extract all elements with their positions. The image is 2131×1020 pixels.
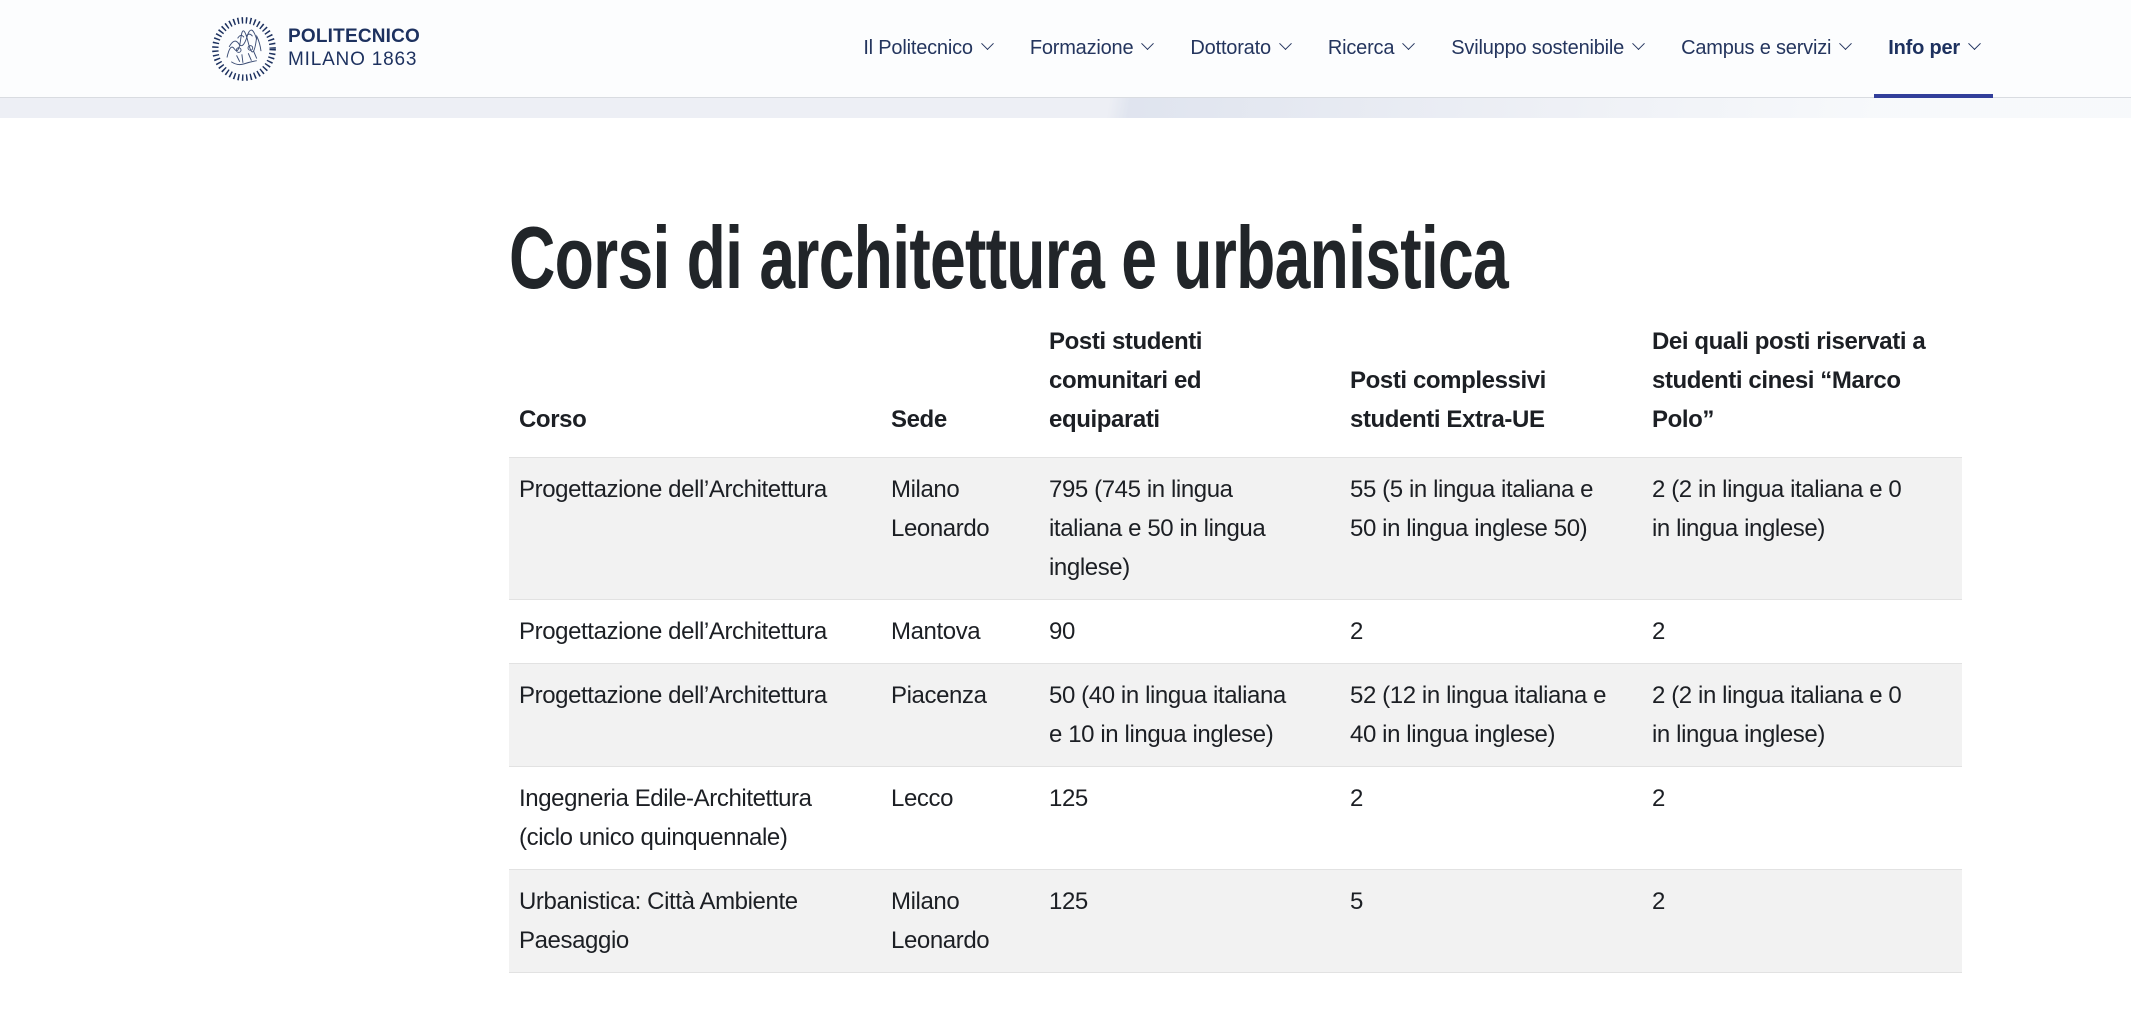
cell-sede: Mantova [881,600,1039,664]
logo-text-milano: MILANO 1863 [288,49,420,71]
table-row: Progettazione dell’Architettura Mantova … [509,600,1962,664]
chevron-down-icon [981,37,994,50]
cell-posti-extra-ue: 2 [1340,767,1642,870]
nav-item-formazione[interactable]: Formazione [1030,0,1153,97]
main-content: Corsi di architettura e urbanistica Cors… [0,206,2131,973]
nav-item-info-per[interactable]: Info per [1888,0,1979,97]
nav-item-il-politecnico[interactable]: Il Politecnico [863,0,991,97]
chevron-down-icon [1142,37,1155,50]
cell-corso: Urbanistica: Città Ambiente Paesaggio [509,870,881,973]
nav-item-sviluppo-sostenibile[interactable]: Sviluppo sostenibile [1451,0,1643,97]
cell-sede: Lecco [881,767,1039,870]
cell-posti-marco-polo: 2 [1642,767,1962,870]
cell-posti-marco-polo: 2 [1642,870,1962,973]
page-title: Corsi di architettura e urbanistica [509,206,2131,310]
cell-corso: Progettazione dell’Architettura [509,458,881,600]
column-header-posti-comunitari: Posti studenti comunitari ed equiparati [1039,314,1340,458]
nav-label: Info per [1888,37,1960,60]
chevron-down-icon [1839,37,1852,50]
nav-label: Campus e servizi [1681,37,1831,60]
cell-posti-extra-ue: 5 [1340,870,1642,973]
column-header-posti-marco-polo: Dei quali posti riservati a studenti cin… [1642,314,1962,458]
column-header-posti-extra-ue: Posti complessivi studenti Extra-UE [1340,314,1642,458]
nav-label: Dottorato [1190,37,1270,60]
cell-corso: Ingegneria Edile-Architettura (ciclo uni… [509,767,881,870]
chevron-down-icon [1402,37,1415,50]
cell-posti-marco-polo: 2 [1642,600,1962,664]
column-header-sede: Sede [881,314,1039,458]
nav-item-ricerca[interactable]: Ricerca [1328,0,1413,97]
header-decorative-band [0,98,2131,118]
cell-posti-marco-polo: 2 (2 in lingua italiana e 0 in lingua in… [1642,458,1962,600]
logo-text-politecnico: POLITECNICO [288,26,420,48]
table-row: Urbanistica: Città Ambiente Paesaggio Mi… [509,870,1962,973]
cell-sede: Piacenza [881,664,1039,767]
politecnico-logo[interactable]: POLITECNICO MILANO 1863 [210,15,420,83]
table-header-row: Corso Sede Posti studenti comunitari ed … [509,314,1962,458]
cell-posti-extra-ue: 52 (12 in lingua italiana e 40 in lingua… [1340,664,1642,767]
cell-posti-comunitari: 125 [1039,767,1340,870]
column-header-corso: Corso [509,314,881,458]
nav-label: Il Politecnico [863,37,972,60]
table-row: Ingegneria Edile-Architettura (ciclo uni… [509,767,1962,870]
chevron-down-icon [1968,37,1981,50]
cell-corso: Progettazione dell’Architettura [509,664,881,767]
nav-label: Formazione [1030,37,1134,60]
nav-item-campus-e-servizi[interactable]: Campus e servizi [1681,0,1850,97]
cell-corso: Progettazione dell’Architettura [509,600,881,664]
cell-posti-comunitari: 90 [1039,600,1340,664]
table-row: Progettazione dell’Architettura Piacenza… [509,664,1962,767]
nav-label: Ricerca [1328,37,1394,60]
cell-sede: Milano Leonardo [881,458,1039,600]
cell-posti-comunitari: 125 [1039,870,1340,973]
cell-posti-extra-ue: 55 (5 in lingua italiana e 50 in lingua … [1340,458,1642,600]
nav-label: Sviluppo sostenibile [1451,37,1624,60]
table-row: Progettazione dell’Architettura Milano L… [509,458,1962,600]
cell-posti-marco-polo: 2 (2 in lingua italiana e 0 in lingua in… [1642,664,1962,767]
chevron-down-icon [1279,37,1292,50]
courses-table: Corso Sede Posti studenti comunitari ed … [509,314,1962,973]
politecnico-seal-icon [210,15,278,83]
nav-item-dottorato[interactable]: Dottorato [1190,0,1289,97]
chevron-down-icon [1632,37,1645,50]
cell-posti-comunitari: 795 (745 in lingua italiana e 50 in ling… [1039,458,1340,600]
main-nav: Il Politecnico Formazione Dottorato Rice… [863,0,1979,97]
site-header: POLITECNICO MILANO 1863 Il Politecnico F… [0,0,2131,98]
cell-sede: Milano Leonardo [881,870,1039,973]
cell-posti-extra-ue: 2 [1340,600,1642,664]
cell-posti-comunitari: 50 (40 in lingua italiana e 10 in lingua… [1039,664,1340,767]
